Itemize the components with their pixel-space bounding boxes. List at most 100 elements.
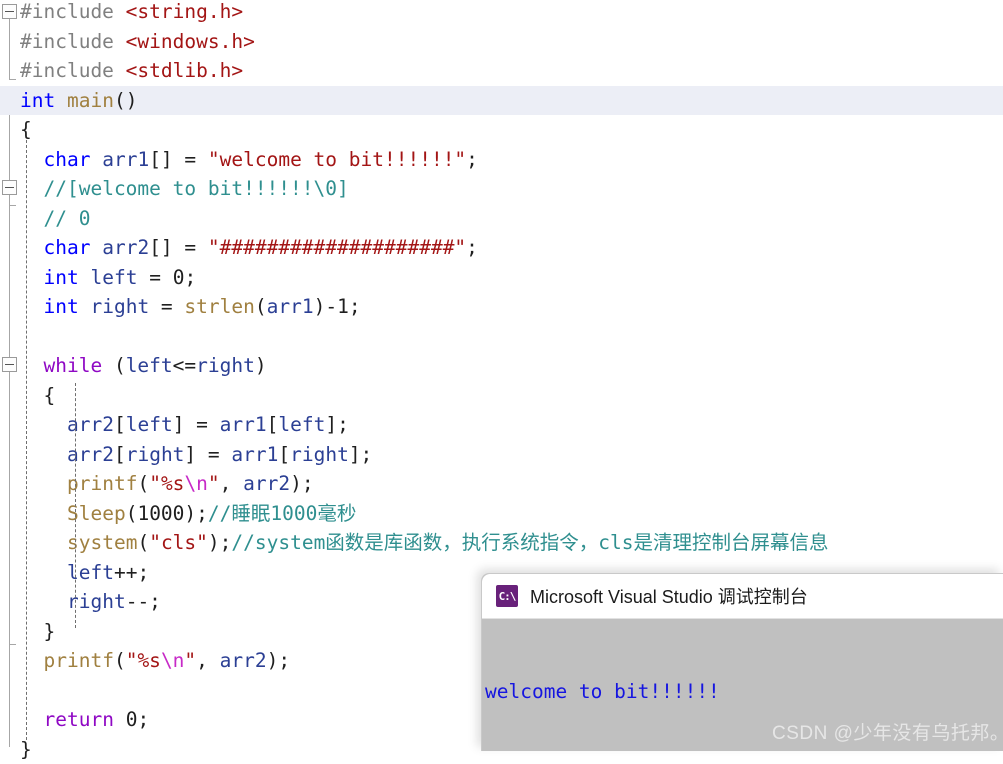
- code-line[interactable]: {: [0, 381, 1003, 411]
- code-token-pun: );: [290, 472, 313, 495]
- code-token-pun: [] =: [149, 148, 208, 171]
- code-line[interactable]: system("cls");//system函数是库函数，执行系统指令，cls是…: [0, 528, 1003, 558]
- code-line[interactable]: #include <stdlib.h>: [0, 56, 1003, 86]
- code-token-pun: ];: [349, 443, 372, 466]
- code-token-id: right: [126, 443, 185, 466]
- code-token-pun: ,: [220, 472, 243, 495]
- code-token-id: arr1: [231, 443, 278, 466]
- code-line[interactable]: arr2[right] = arr1[right];: [0, 440, 1003, 470]
- code-token-fn: strlen: [184, 295, 254, 318]
- code-token-pun: {: [44, 384, 56, 407]
- code-token-pun: [79, 266, 91, 289]
- code-token-pun: [90, 148, 102, 171]
- code-token-pun: <=: [173, 354, 196, 377]
- code-token-pun: [: [114, 443, 126, 466]
- code-token-id: right: [290, 443, 349, 466]
- code-line[interactable]: int main(): [0, 86, 1003, 116]
- code-line[interactable]: arr2[left] = arr1[left];: [0, 410, 1003, 440]
- code-token-pun: (: [255, 295, 267, 318]
- code-token-pun: =: [149, 295, 184, 318]
- code-line[interactable]: int right = strlen(arr1)-1;: [0, 292, 1003, 322]
- code-token-pun: );: [208, 531, 231, 554]
- code-token-pun: --;: [126, 590, 161, 613]
- code-token-id: left: [126, 413, 173, 436]
- code-line[interactable]: while (left<=right): [0, 351, 1003, 381]
- code-token-pun: {: [20, 118, 32, 141]
- code-token-id: left: [126, 354, 173, 377]
- code-line[interactable]: //[welcome to bit!!!!!!\0]: [0, 174, 1003, 204]
- code-token-id: arr2: [243, 472, 290, 495]
- code-token-pun: (: [126, 502, 138, 525]
- code-token-num: 1: [337, 295, 349, 318]
- code-token-k: int: [44, 266, 79, 289]
- code-token-id: left: [278, 413, 325, 436]
- code-token-pun: (: [137, 472, 149, 495]
- console-app-icon: C:\: [496, 585, 518, 607]
- code-token-pun: ;: [349, 295, 361, 318]
- code-token-pp: #include: [20, 30, 126, 53]
- code-token-pun: ++;: [114, 561, 149, 584]
- code-token-pun: (: [102, 354, 125, 377]
- code-line[interactable]: #include <string.h>: [0, 0, 1003, 27]
- code-token-fn: system: [67, 531, 137, 554]
- code-token-num: 0: [173, 266, 185, 289]
- code-token-str: "####################": [208, 236, 466, 259]
- code-token-str: <windows.h>: [126, 30, 255, 53]
- indent-guide: [26, 140, 27, 740]
- code-token-k: int: [20, 89, 55, 112]
- code-line[interactable]: Sleep(1000);//睡眠1000毫秒: [0, 499, 1003, 529]
- code-token-id: left: [90, 266, 137, 289]
- code-line[interactable]: char arr2[] = "####################";: [0, 233, 1003, 263]
- code-token-num: 0: [126, 708, 138, 731]
- code-token-k: char: [44, 236, 91, 259]
- code-token-pun: [: [267, 413, 279, 436]
- code-token-id: right: [196, 354, 255, 377]
- code-token-pun: [] =: [149, 236, 208, 259]
- code-token-id: arr1: [102, 148, 149, 171]
- code-token-id: arr2: [102, 236, 149, 259]
- code-token-k: char: [44, 148, 91, 171]
- code-token-pun: )-: [314, 295, 337, 318]
- code-token-str: "%s: [126, 649, 161, 672]
- indent-guide: [75, 383, 76, 628]
- code-token-pun: );: [184, 502, 207, 525]
- code-line[interactable]: int left = 0;: [0, 263, 1003, 293]
- code-token-kw: while: [44, 354, 103, 377]
- code-token-pun: ): [255, 354, 267, 377]
- code-token-pun: (): [114, 89, 137, 112]
- code-token-str: "welcome to bit!!!!!!": [208, 148, 466, 171]
- code-token-pun: [79, 295, 91, 318]
- code-token-fn: printf: [44, 649, 114, 672]
- code-token-pun: (: [137, 531, 149, 554]
- console-output-line: welcome to bit!!!!!!: [485, 679, 1003, 705]
- code-token-pp: #include: [20, 0, 126, 23]
- csdn-watermark: CSDN @少年没有乌托邦。: [772, 718, 1003, 745]
- code-token-num: 1000: [137, 502, 184, 525]
- code-token-fn: printf: [67, 472, 137, 495]
- console-titlebar[interactable]: C:\ Microsoft Visual Studio 调试控制台: [482, 574, 1003, 619]
- code-line[interactable]: [0, 322, 1003, 352]
- code-token-esc: \n: [161, 649, 184, 672]
- code-line[interactable]: {: [0, 115, 1003, 145]
- code-line[interactable]: #include <windows.h>: [0, 27, 1003, 57]
- code-token-esc: \n: [184, 472, 207, 495]
- code-token-cmt: //睡眠1000毫秒: [208, 502, 356, 525]
- code-token-str: "%s: [149, 472, 184, 495]
- code-token-cmt: //[welcome to bit!!!!!!\0]: [44, 177, 349, 200]
- code-token-pun: [55, 89, 67, 112]
- code-line[interactable]: // 0: [0, 204, 1003, 234]
- code-line[interactable]: printf("%s\n", arr2);: [0, 469, 1003, 499]
- console-title-text: Microsoft Visual Studio 调试控制台: [530, 583, 808, 609]
- code-token-str: <string.h>: [126, 0, 243, 23]
- code-token-pun: }: [20, 738, 32, 761]
- code-token-pp: #include: [20, 59, 126, 82]
- code-token-str: "cls": [149, 531, 208, 554]
- code-token-pun: ;: [466, 148, 478, 171]
- code-line[interactable]: char arr1[] = "welcome to bit!!!!!!";: [0, 145, 1003, 175]
- code-token-pun: }: [44, 620, 56, 643]
- code-token-str: ": [184, 649, 196, 672]
- code-token-pun: ;: [184, 266, 196, 289]
- code-token-pun: ] =: [173, 413, 220, 436]
- code-token-cmt: // 0: [44, 207, 91, 230]
- code-token-cmt: //system函数是库函数，执行系统指令，cls是清理控制台屏幕信息: [231, 531, 828, 554]
